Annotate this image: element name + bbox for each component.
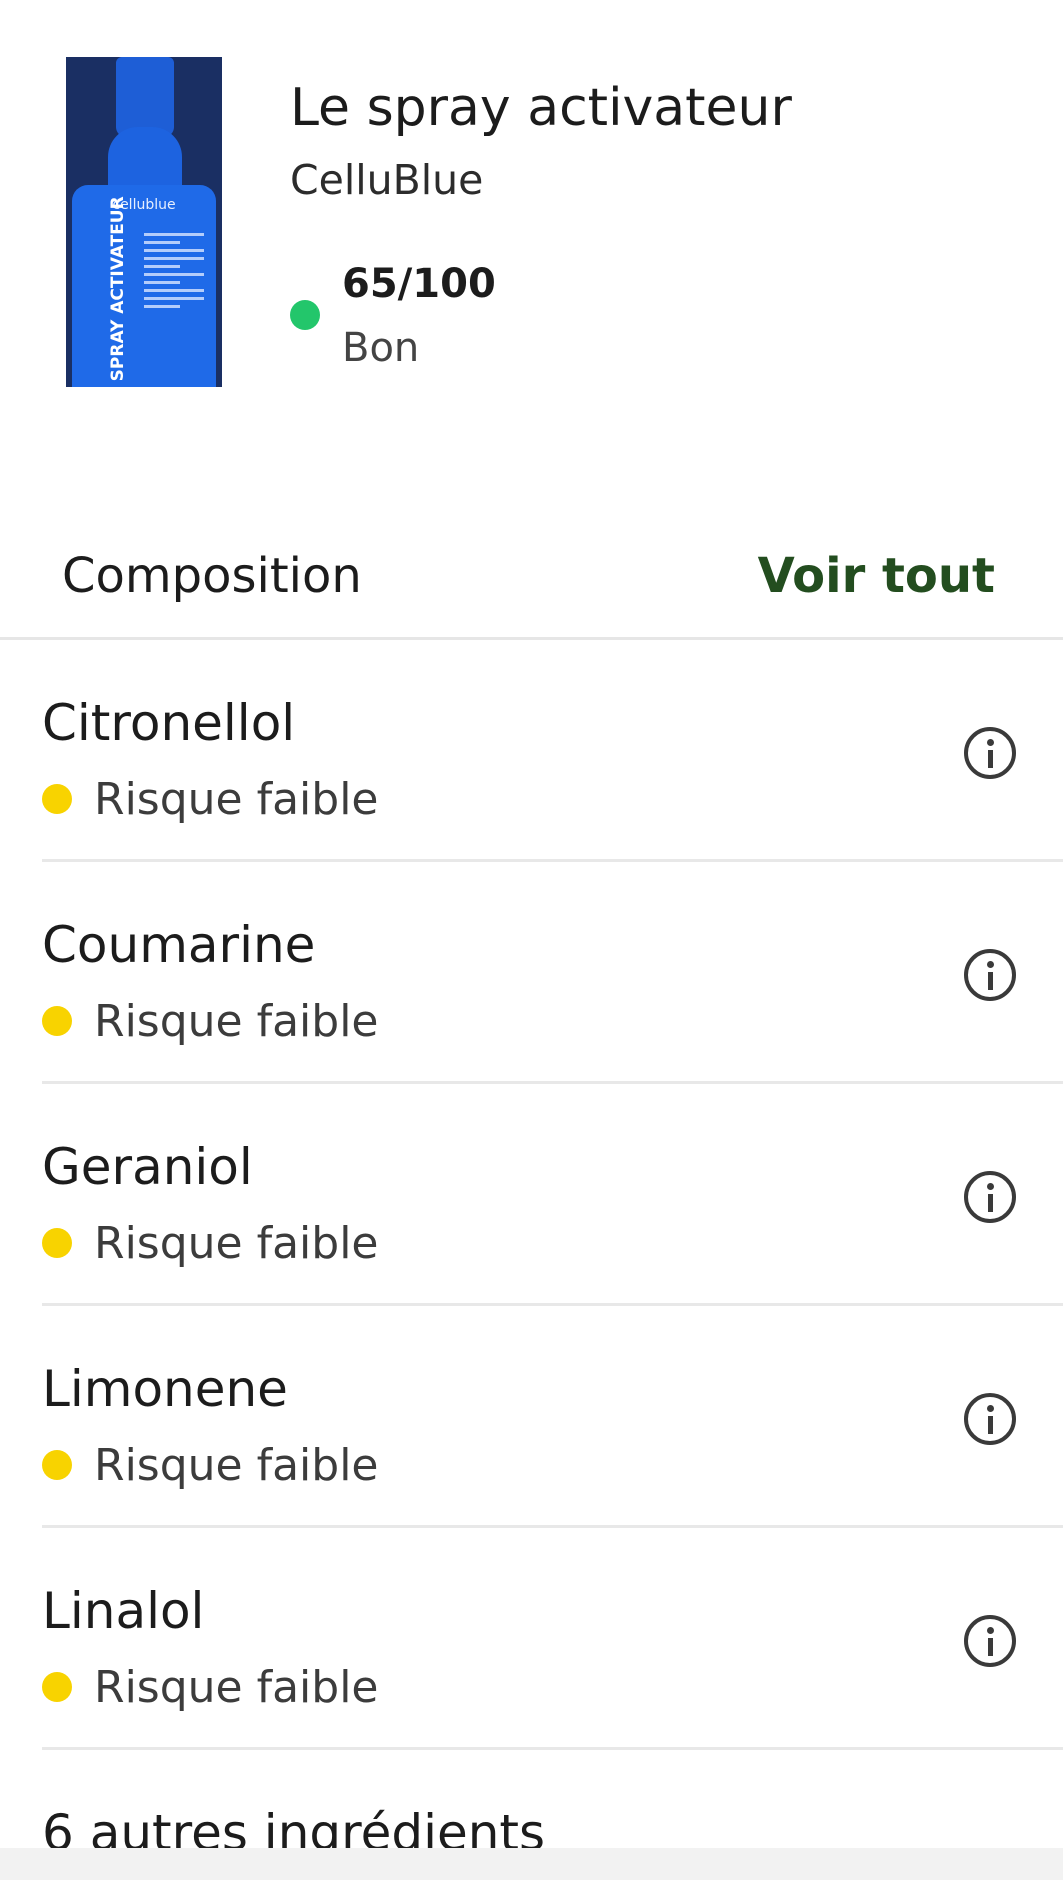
- info-circle-icon[interactable]: [964, 949, 1016, 1001]
- risk-label: Risque faible: [94, 996, 379, 1047]
- status-dot-icon: [290, 300, 320, 330]
- bottle-brand-text: cellublue: [112, 197, 176, 213]
- ingredient-row[interactable]: Coumarine Risque faible: [0, 862, 1063, 1084]
- brand-name: CelluBlue: [290, 156, 484, 204]
- bottle-cap: [116, 57, 174, 137]
- risk-dot-icon: [42, 1006, 72, 1036]
- info-circle-icon[interactable]: [964, 727, 1016, 779]
- ingredient-name: Linalol: [42, 1582, 205, 1640]
- risk-label: Risque faible: [94, 1662, 379, 1713]
- bottle-vertical-label: LE SPRAY ACTIVATEUR: [98, 196, 138, 387]
- risk-label: Risque faible: [94, 1440, 379, 1491]
- bottle-body: cellublue LE SPRAY ACTIVATEUR: [72, 185, 216, 387]
- composition-title: Composition: [62, 548, 362, 604]
- ingredient-name: Geraniol: [42, 1138, 253, 1196]
- product-header: cellublue LE SPRAY ACTIVATEUR Le spray a…: [0, 0, 1063, 420]
- ingredient-name: Citronellol: [42, 694, 296, 752]
- risk-dot-icon: [42, 1450, 72, 1480]
- bottle-neck: [108, 127, 182, 191]
- ingredient-row[interactable]: Limonene Risque faible: [0, 1306, 1063, 1528]
- risk-dot-icon: [42, 1672, 72, 1702]
- bottle-fine-print: [144, 233, 204, 313]
- ingredient-row[interactable]: Geraniol Risque faible: [0, 1084, 1063, 1306]
- ingredient-row[interactable]: Citronellol Risque faible: [0, 640, 1063, 862]
- ingredient-name: Coumarine: [42, 916, 316, 974]
- info-circle-icon[interactable]: [964, 1171, 1016, 1223]
- risk-label: Risque faible: [94, 1218, 379, 1269]
- info-circle-icon[interactable]: [964, 1393, 1016, 1445]
- bottom-bar: [0, 1848, 1063, 1880]
- ingredient-row[interactable]: Linalol Risque faible: [0, 1528, 1063, 1750]
- see-all-link[interactable]: Voir tout: [758, 544, 995, 608]
- risk-dot-icon: [42, 1228, 72, 1258]
- row-divider: [42, 1747, 1063, 1750]
- score-label: Bon: [342, 325, 420, 371]
- bottle-vertical-text: LE SPRAY ACTIVATEUR: [108, 196, 128, 387]
- product-image[interactable]: cellublue LE SPRAY ACTIVATEUR: [66, 57, 222, 387]
- ingredient-name: Limonene: [42, 1360, 288, 1418]
- info-circle-icon[interactable]: [964, 1615, 1016, 1667]
- composition-header: Composition Voir tout: [0, 530, 1063, 640]
- risk-dot-icon: [42, 784, 72, 814]
- risk-label: Risque faible: [94, 774, 379, 825]
- product-name: Le spray activateur: [290, 78, 792, 138]
- score-value: 65/100: [342, 261, 496, 307]
- ingredient-list: Citronellol Risque faible Coumarine Risq…: [0, 640, 1063, 1750]
